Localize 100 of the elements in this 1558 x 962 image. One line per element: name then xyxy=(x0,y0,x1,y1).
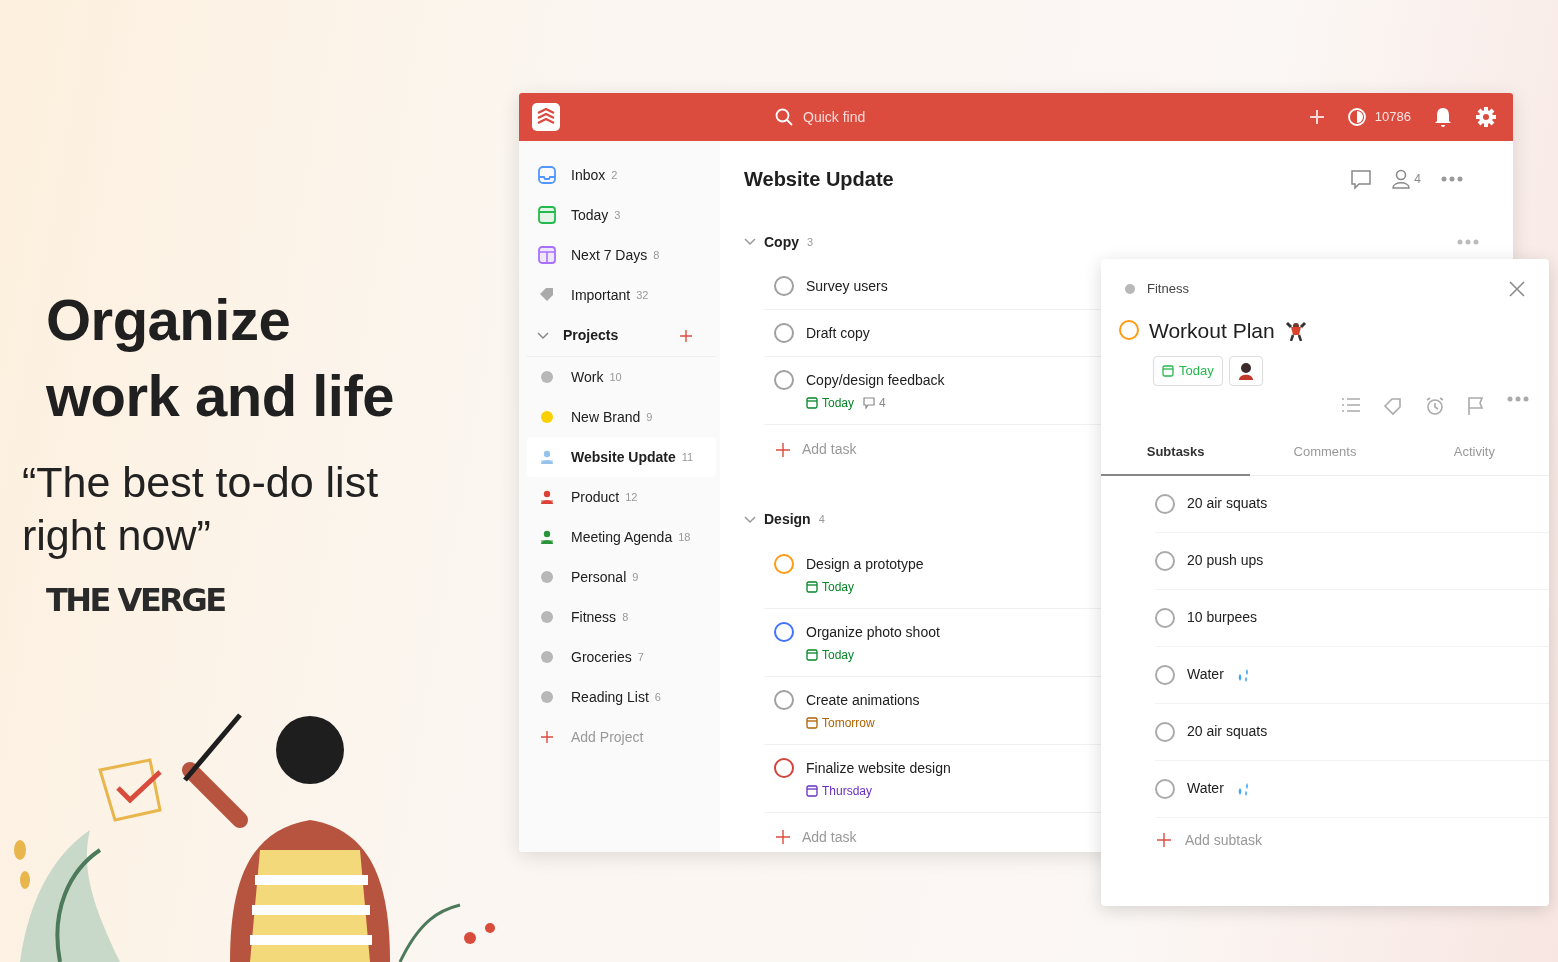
progress-icon xyxy=(1346,107,1367,127)
bell-icon[interactable] xyxy=(1433,106,1453,128)
task-checkbox[interactable] xyxy=(774,757,794,778)
more-icon[interactable] xyxy=(1457,239,1479,245)
subtask-checkbox[interactable] xyxy=(1155,664,1175,685)
subtask-checkbox[interactable] xyxy=(1155,721,1175,742)
task-checkbox[interactable] xyxy=(774,621,794,642)
task-title: Design a prototype xyxy=(806,554,924,574)
comment-icon[interactable] xyxy=(1350,168,1373,190)
item-count: 7 xyxy=(637,649,644,665)
item-label: Important xyxy=(571,285,631,305)
project-item[interactable]: Work 10 xyxy=(527,357,716,397)
dot-icon xyxy=(1125,283,1135,294)
due-date[interactable]: Tomorrow xyxy=(806,713,875,732)
task-checkbox[interactable] xyxy=(774,370,794,390)
detail-tab[interactable]: Subtasks xyxy=(1101,434,1251,476)
task-checkbox[interactable] xyxy=(774,276,794,296)
project-item[interactable]: Product 12 xyxy=(527,477,716,517)
calendar-icon xyxy=(806,580,818,593)
alarm-clock-icon[interactable] xyxy=(1425,396,1445,416)
project-item[interactable]: Reading List 6 xyxy=(527,677,716,717)
item-count: 9 xyxy=(632,569,639,585)
item-label: Website Update xyxy=(571,447,676,467)
item-label: Reading List xyxy=(571,687,649,707)
calendar-icon xyxy=(806,648,818,661)
chevron-icon[interactable] xyxy=(537,331,549,340)
inbox-icon xyxy=(537,165,557,185)
item-label: Product xyxy=(571,487,620,507)
plus-icon xyxy=(1157,833,1171,847)
project-item[interactable]: Personal 9 xyxy=(527,557,716,597)
task-checkbox[interactable] xyxy=(774,689,794,710)
settings-icon[interactable] xyxy=(1475,106,1497,128)
due-date[interactable]: Today xyxy=(806,645,855,664)
plus-icon xyxy=(541,731,553,743)
project-item[interactable]: Website Update 11 xyxy=(527,437,716,477)
project-label: Fitness xyxy=(1147,280,1189,298)
item-count: 12 xyxy=(625,489,638,505)
sidebar-item[interactable]: Important 32 xyxy=(527,275,716,315)
subtask-checkbox[interactable] xyxy=(1155,607,1175,628)
chevron-icon[interactable] xyxy=(744,238,756,246)
calendar-icon xyxy=(806,397,818,409)
subtask-checkbox[interactable] xyxy=(1155,550,1175,571)
project-item[interactable]: New Brand 9 xyxy=(527,397,716,437)
subtask-title: 20 push ups xyxy=(1187,551,1264,570)
due-date[interactable]: Today xyxy=(806,577,855,596)
logo-icon xyxy=(532,103,560,131)
comment-count[interactable]: 4 xyxy=(863,394,886,412)
collaborators-button[interactable]: 4 xyxy=(1392,169,1421,189)
more-icon[interactable] xyxy=(1441,176,1463,182)
tag-icon[interactable] xyxy=(1383,396,1403,416)
list-icon[interactable] xyxy=(1341,396,1361,414)
headline: Organize work and life xyxy=(46,286,395,430)
task-checkbox[interactable] xyxy=(774,323,794,343)
subtask-checkbox[interactable] xyxy=(1155,493,1175,514)
chevron-icon[interactable] xyxy=(744,515,756,524)
item-label: Fitness xyxy=(571,607,617,627)
item-count: 8 xyxy=(653,247,660,263)
sidebar-item[interactable]: Today 3 xyxy=(527,195,716,235)
item-label: Inbox xyxy=(571,165,606,185)
close-icon[interactable] xyxy=(1509,280,1525,297)
calendar-icon xyxy=(1162,365,1174,377)
task-title: Organize photo shoot xyxy=(806,622,940,642)
calendar-icon xyxy=(806,716,818,729)
section-title: Design xyxy=(764,510,811,529)
item-count: 10 xyxy=(609,369,622,385)
quote-text: “The best to-do list right now” xyxy=(22,457,380,561)
subtask-title: 20 air squats xyxy=(1187,722,1268,741)
project-item[interactable]: Meeting Agenda 18 xyxy=(527,517,716,557)
item-count: 9 xyxy=(646,409,653,425)
subtask-title: Water xyxy=(1187,779,1224,798)
task-title: Workout Plan xyxy=(1149,317,1275,344)
subtask-title: 10 burpees xyxy=(1187,608,1258,627)
project-item[interactable]: Fitness 8 xyxy=(527,597,716,637)
sidebar-item[interactable]: Next 7 Days 8 xyxy=(527,235,716,275)
assignee-chip[interactable] xyxy=(1228,356,1263,386)
item-count: 11 xyxy=(681,449,694,465)
task-checkbox[interactable] xyxy=(1119,320,1139,341)
more-icon[interactable] xyxy=(1507,396,1529,402)
project-item[interactable]: Groceries 7 xyxy=(527,637,716,677)
due-date[interactable]: Thursday xyxy=(806,781,873,800)
plus-icon[interactable] xyxy=(680,329,693,342)
section-header: Projects xyxy=(563,326,619,345)
comment-icon xyxy=(863,397,876,409)
item-label: Next 7 Days xyxy=(571,245,648,265)
section-title: Copy xyxy=(764,232,799,252)
search-field[interactable]: Quick find xyxy=(801,105,1001,129)
task-checkbox[interactable] xyxy=(774,553,794,574)
subtask-checkbox[interactable] xyxy=(1155,778,1175,799)
sidebar-item[interactable]: Inbox 2 xyxy=(527,155,716,195)
item-label: Personal xyxy=(571,567,627,587)
subtask-title: 20 air squats xyxy=(1187,494,1268,513)
item-count: 2 xyxy=(611,167,618,183)
item-count: 3 xyxy=(614,207,621,223)
item-count: 8 xyxy=(622,609,629,625)
task-title: Draft copy xyxy=(806,324,870,343)
avatar-icon xyxy=(1237,362,1254,380)
due-date[interactable]: Today xyxy=(806,394,855,412)
calendar-icon xyxy=(806,784,818,797)
flag-icon[interactable] xyxy=(1467,396,1485,416)
plus-icon xyxy=(776,830,790,844)
